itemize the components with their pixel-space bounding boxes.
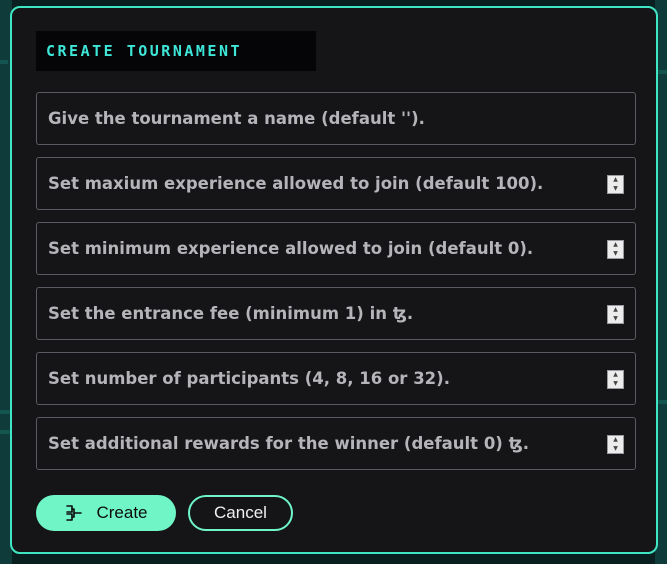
cancel-button-label: Cancel — [214, 503, 267, 522]
stepper-down-icon[interactable]: ▼ — [613, 380, 618, 387]
create-button-label: Create — [96, 503, 148, 522]
participants-stepper[interactable]: ▲ ▼ — [607, 370, 624, 389]
backdrop-decoration — [658, 400, 667, 404]
stepper-up-icon[interactable]: ▲ — [613, 242, 618, 248]
winner-rewards-input[interactable]: Set additional rewards for the winner (d… — [36, 417, 636, 470]
stepper-up-icon[interactable]: ▲ — [613, 307, 618, 313]
stepper-up-icon[interactable]: ▲ — [613, 437, 618, 443]
stepper-down-icon[interactable]: ▼ — [613, 445, 618, 452]
stepper-down-icon[interactable]: ▼ — [613, 250, 618, 257]
min-experience-placeholder: Set minimum experience allowed to join (… — [48, 239, 534, 258]
backdrop-decoration — [0, 410, 10, 414]
min-experience-stepper[interactable]: ▲ ▼ — [607, 240, 624, 259]
tournament-bracket-icon — [64, 503, 84, 523]
backdrop-decoration — [658, 70, 667, 74]
winner-rewards-stepper[interactable]: ▲ ▼ — [607, 435, 624, 454]
stepper-down-icon[interactable]: ▼ — [613, 185, 618, 192]
entrance-fee-placeholder: Set the entrance fee (minimum 1) in ꜩ. — [48, 304, 414, 323]
participants-placeholder: Set number of participants (4, 8, 16 or … — [48, 369, 450, 388]
modal-title: Create Tournament — [46, 42, 243, 60]
modal-title-box: Create Tournament — [36, 31, 316, 71]
tournament-name-input[interactable]: Give the tournament a name (default ''). — [36, 92, 636, 145]
min-experience-input[interactable]: Set minimum experience allowed to join (… — [36, 222, 636, 275]
stepper-up-icon[interactable]: ▲ — [613, 177, 618, 183]
stepper-up-icon[interactable]: ▲ — [613, 372, 618, 378]
entrance-fee-stepper[interactable]: ▲ ▼ — [607, 305, 624, 324]
cancel-button[interactable]: Cancel — [188, 495, 293, 531]
max-experience-input[interactable]: Set maxium experience allowed to join (d… — [36, 157, 636, 210]
backdrop-decoration — [0, 60, 8, 64]
participants-input[interactable]: Set number of participants (4, 8, 16 or … — [36, 352, 636, 405]
tournament-name-placeholder: Give the tournament a name (default ''). — [48, 109, 425, 128]
create-tournament-modal: Create Tournament Give the tournament a … — [10, 6, 658, 554]
entrance-fee-input[interactable]: Set the entrance fee (minimum 1) in ꜩ. ▲… — [36, 287, 636, 340]
max-experience-placeholder: Set maxium experience allowed to join (d… — [48, 174, 544, 193]
max-experience-stepper[interactable]: ▲ ▼ — [607, 175, 624, 194]
stepper-down-icon[interactable]: ▼ — [613, 315, 618, 322]
winner-rewards-placeholder: Set additional rewards for the winner (d… — [48, 434, 529, 453]
create-button[interactable]: Create — [36, 495, 176, 531]
backdrop-decoration — [0, 430, 10, 434]
